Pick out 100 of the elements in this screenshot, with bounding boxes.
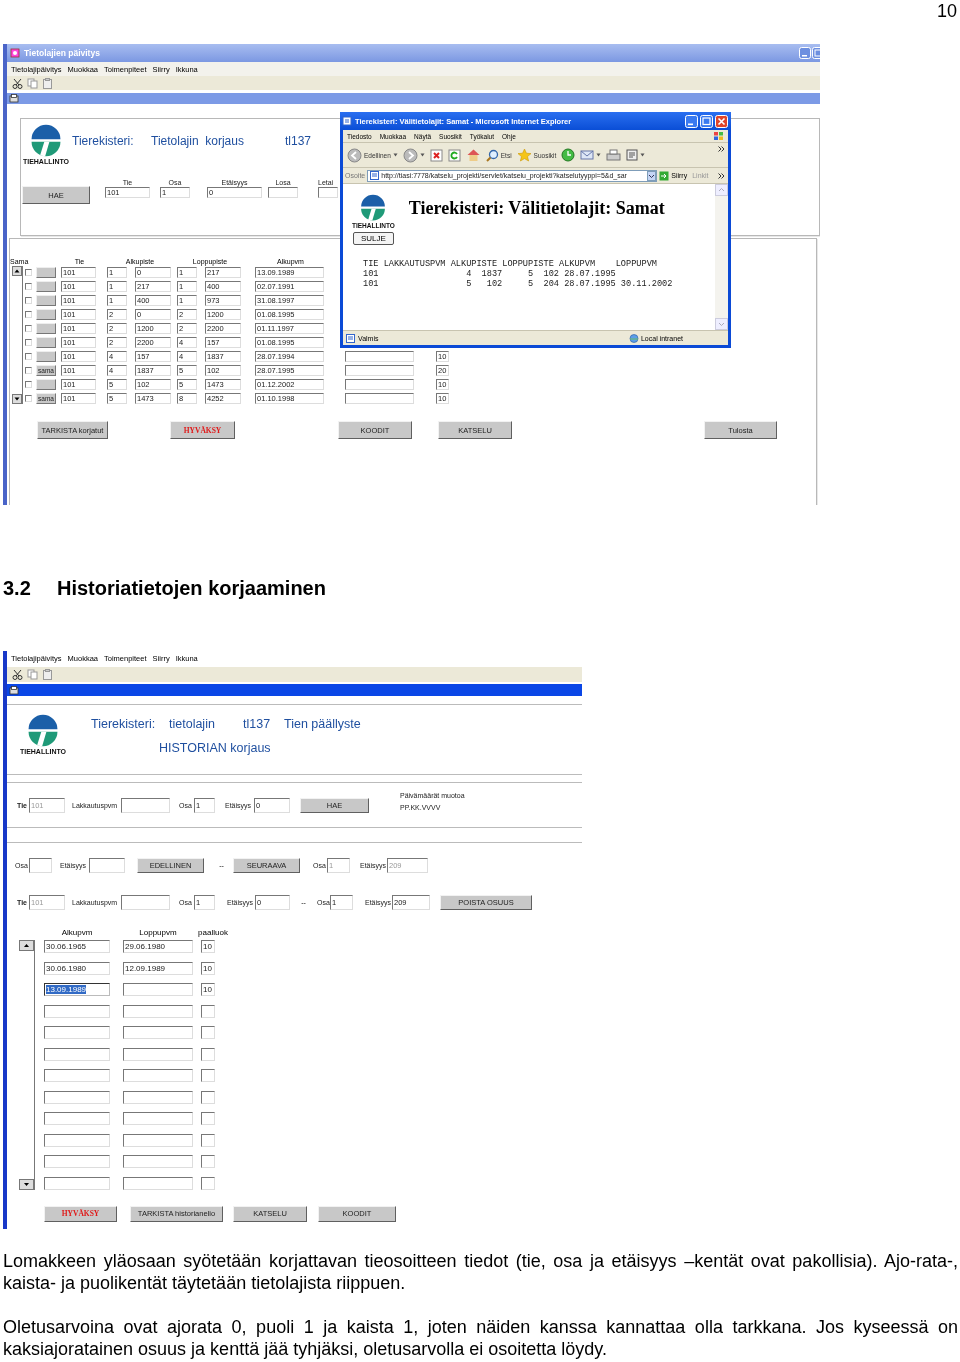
table-cell[interactable]: 10 [201,961,215,975]
form-title: Tien päällyste [284,717,362,731]
cut-icon[interactable] [12,77,23,89]
table-cell[interactable]: 30.06.1980 [44,961,110,975]
form-title: tl137 [243,717,272,731]
star-icon [516,148,532,162]
input-field[interactable] [345,378,414,390]
table-cell[interactable] [44,1047,110,1061]
mail-button[interactable] [580,149,602,161]
checkbox[interactable] [25,268,32,276]
table-cell[interactable] [201,1026,215,1039]
globe-icon [628,333,639,343]
table-cell[interactable] [201,1133,215,1147]
table-cell[interactable]: 30.06.1965 [44,940,110,953]
stop-icon[interactable] [429,148,443,162]
forward-button[interactable] [402,147,425,163]
refresh-icon[interactable] [447,148,461,162]
table-cell[interactable] [44,1004,110,1018]
maximize-button[interactable] [700,114,713,128]
same-button[interactable] [36,266,56,278]
section-number: 3.2 [3,577,32,599]
table-cell[interactable] [44,1155,110,1168]
table-cell[interactable] [44,1069,110,1082]
print-icon[interactable] [606,148,622,162]
table-cell[interactable] [44,1176,110,1190]
checkbox[interactable] [25,394,32,402]
input-field[interactable] [345,392,414,404]
minimize-button[interactable] [685,114,698,128]
caret-icon [596,153,602,157]
scroll-down-icon[interactable] [12,394,22,404]
input-field[interactable] [121,798,170,813]
scroll-up-icon[interactable] [19,940,34,951]
table-cell[interactable] [123,1112,193,1125]
chevron-icon[interactable] [718,172,725,179]
checkbox[interactable] [25,380,32,388]
table-cell[interactable] [44,1112,110,1125]
form-title: Tietolajin korjaus [151,134,245,148]
table-cell[interactable] [123,1133,193,1147]
table-cell[interactable]: 13.09.1989 [44,983,110,996]
checkbox[interactable] [25,366,32,374]
same-button[interactable] [36,294,56,306]
minimize-button[interactable] [799,47,811,59]
input-field[interactable] [345,364,414,376]
form-title: tietolajin [169,717,216,731]
chevron-icon[interactable] [718,146,725,152]
close-button[interactable]: SULJE [352,232,394,245]
checkbox[interactable] [25,282,32,290]
same-button[interactable] [36,336,56,348]
table-cell[interactable] [123,1176,193,1190]
table-cell[interactable] [123,1047,193,1061]
scrollbar[interactable] [12,266,23,404]
same-button[interactable] [36,308,56,320]
checkbox[interactable] [25,338,32,346]
table-cell[interactable] [201,1004,215,1018]
table-cell[interactable]: 12.09.1989 [123,961,193,975]
history-icon[interactable] [561,148,576,162]
input-field[interactable] [318,187,338,198]
cut-icon[interactable] [12,669,23,680]
input-field[interactable] [345,350,414,362]
scrollbar[interactable] [19,940,35,1190]
table-cell[interactable] [44,1133,110,1147]
paste-icon[interactable] [42,77,53,89]
same-button[interactable] [36,378,56,390]
table-cell[interactable] [201,1155,215,1168]
table-cell[interactable] [123,1090,193,1104]
table-cell[interactable]: 10 [201,983,215,996]
table-cell[interactable] [201,1112,215,1125]
home-icon[interactable] [465,148,481,162]
checkbox[interactable] [25,324,32,332]
table-cell[interactable]: 29.06.1980 [123,940,193,953]
table-cell[interactable] [123,983,193,996]
table-cell[interactable] [123,1026,193,1039]
same-button[interactable] [36,322,56,334]
dropdown-icon[interactable] [647,170,657,181]
input-field[interactable] [29,858,52,873]
table-cell[interactable] [201,1047,215,1061]
input-field[interactable] [89,858,125,873]
input-field[interactable] [121,895,170,910]
table-cell[interactable] [44,1026,110,1039]
table-cell[interactable] [123,1004,193,1018]
checkbox[interactable] [25,310,32,318]
scroll-down-icon[interactable] [19,1178,34,1190]
table-cell[interactable] [44,1090,110,1104]
table-cell[interactable]: 10 [201,940,215,953]
same-button[interactable] [36,350,56,362]
input-field[interactable] [268,187,298,198]
edit-button[interactable] [626,149,646,161]
table-cell[interactable] [123,1155,193,1168]
table-cell[interactable] [201,1176,215,1190]
table-cell[interactable] [201,1090,215,1104]
table-cell[interactable] [123,1069,193,1082]
paste-icon[interactable] [42,669,53,680]
scroll-up-icon[interactable] [12,266,22,276]
app-icon [10,48,20,58]
table-cell[interactable] [201,1069,215,1082]
checkbox[interactable] [25,352,32,360]
close-button[interactable] [715,114,728,128]
checkbox[interactable] [25,296,32,304]
document-icon [626,149,639,161]
same-button[interactable] [36,280,56,292]
